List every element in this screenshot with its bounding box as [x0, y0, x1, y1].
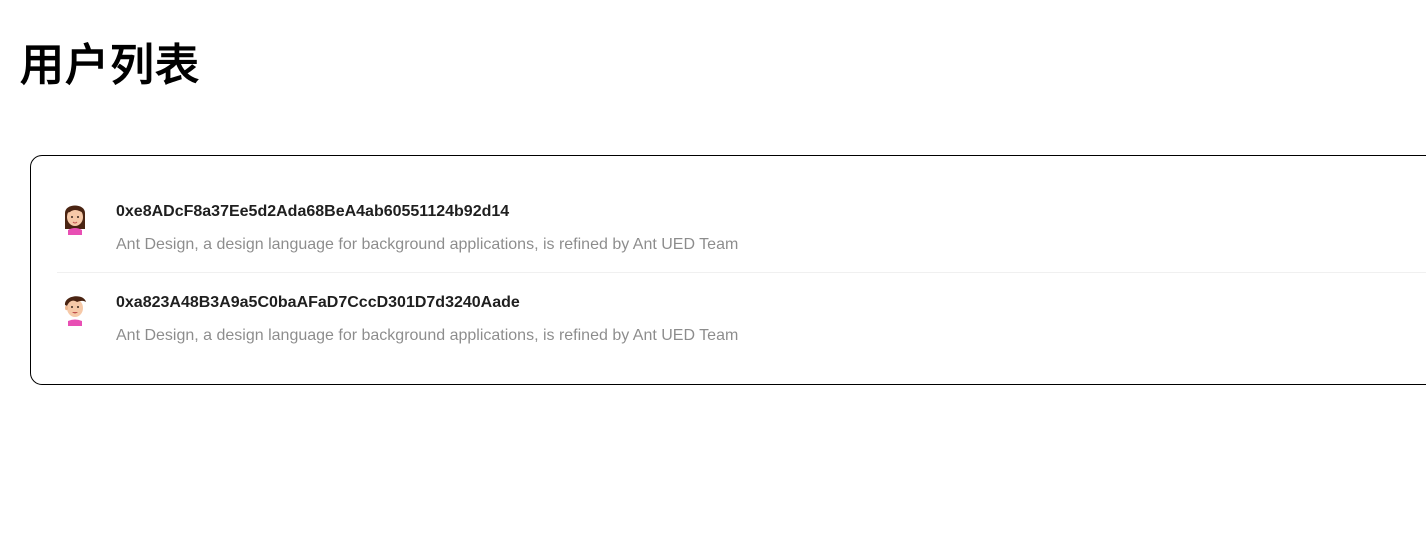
list-item[interactable]: 0xa823A48B3A9a5C0baAFaD7CccD301D7d3240Aa… — [57, 272, 1426, 363]
male-avatar-icon — [57, 290, 93, 326]
user-address[interactable]: 0xa823A48B3A9a5C0baAFaD7CccD301D7d3240Aa… — [116, 292, 520, 314]
page-title: 用户列表 — [20, 40, 200, 91]
user-description: Ant Design, a design language for backgr… — [116, 236, 739, 253]
user-list: 0xe8ADcF8a37Ee5d2Ada68BeA4ab60551124b92d… — [30, 155, 1426, 385]
female-avatar-icon — [57, 199, 93, 235]
user-address[interactable]: 0xe8ADcF8a37Ee5d2Ada68BeA4ab60551124b92d… — [116, 201, 509, 223]
list-item[interactable]: 0xe8ADcF8a37Ee5d2Ada68BeA4ab60551124b92d… — [57, 181, 1426, 273]
user-description: Ant Design, a design language for backgr… — [116, 327, 739, 344]
